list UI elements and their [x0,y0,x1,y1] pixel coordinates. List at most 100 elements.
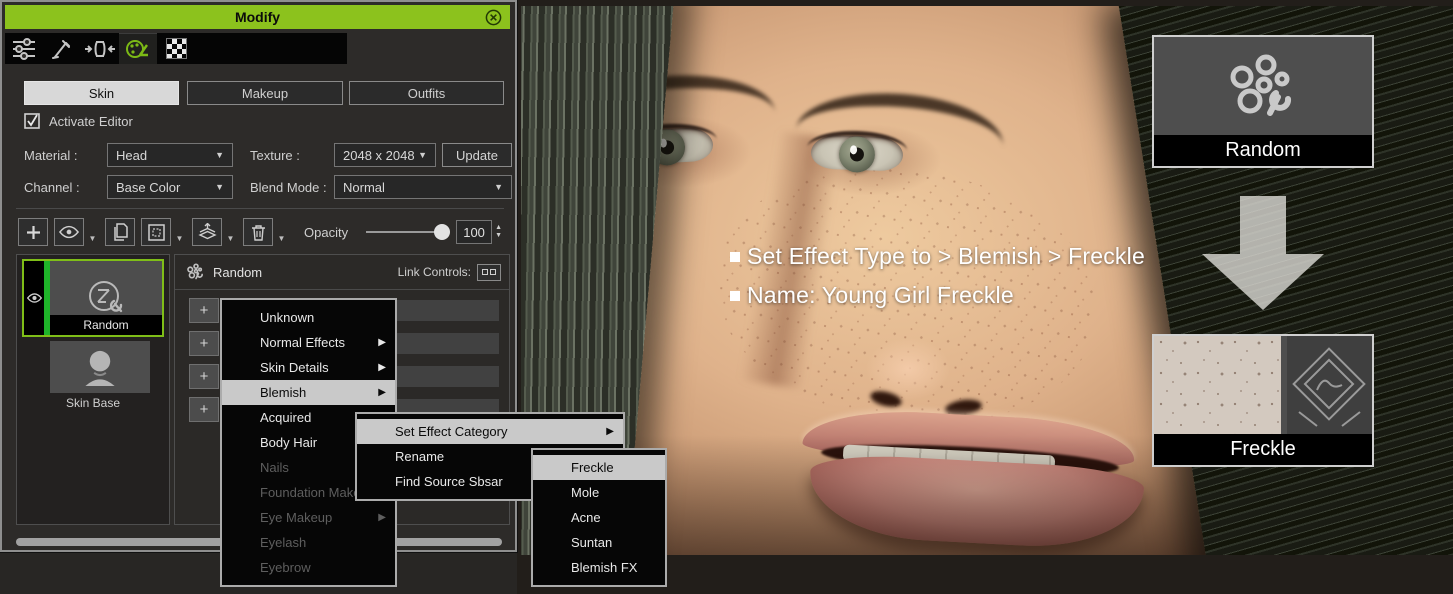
visibility-button[interactable] [54,218,84,246]
layer-random-label: Random [50,315,162,335]
plus-icon [26,225,41,240]
random-bubbles-wrench-icon [1226,53,1304,121]
chevron-down-icon: ▼ [215,182,224,192]
activate-editor-checkbox[interactable] [24,113,40,129]
tab-morph[interactable] [81,33,119,64]
update-button[interactable]: Update [442,143,512,167]
menu-item-skin-details[interactable]: Skin Details▶ [222,355,395,380]
chevron-down-icon: ▼ [215,150,224,160]
bake-layers-button[interactable] [192,218,222,246]
menu-item-suntan[interactable]: Suntan [533,530,665,555]
delete-options-caret[interactable]: ▼ [275,218,288,246]
bullet-square [730,252,740,262]
menu-item-eye-makeup: Eye Makeup▶ [222,505,395,530]
submenu-arrow-icon: ▶ [378,337,386,348]
guide-tile-random: Random [1152,35,1374,168]
select-options-caret[interactable]: ▼ [173,218,186,246]
layer-toolbar: ▼ ▼ ▼ [18,217,512,247]
opacity-slider[interactable] [366,231,442,233]
activate-editor-row: Activate Editor [24,113,133,129]
layer-detail-header: Random Link Controls: [175,255,509,290]
eye-icon [27,293,42,303]
layer-detail-title: Random [213,265,262,280]
visibility-options-caret[interactable]: ▼ [86,218,99,246]
tab-appearance-active[interactable] [119,33,157,64]
eye-right [810,134,903,171]
panel-titlebar[interactable]: Modify [5,5,510,29]
add-effect-button[interactable]: + [189,364,219,389]
annotation-line-1: Set Effect Type to > Blemish > Freckle [730,243,1145,270]
layer-skin-base-label: Skin Base [22,393,164,413]
menu-item-unknown[interactable]: Unknown [222,305,395,330]
trash-icon [251,224,266,241]
menu-item-blemish-fx[interactable]: Blemish FX [533,555,665,580]
duplicate-layer-button[interactable] [105,218,135,246]
checkerboard-icon [166,38,187,59]
menu-item-freckle[interactable]: Freckle [533,455,665,480]
guide-tile-freckle-label: Freckle [1154,434,1372,465]
add-layer-button[interactable] [18,218,48,246]
layer-visibility-cell[interactable] [24,261,44,335]
layer-skin-base-thumbnail [50,341,150,393]
menu-item-normal-effects[interactable]: Normal Effects▶ [222,330,395,355]
opacity-slider-knob[interactable] [434,224,450,240]
panel-title: Modify [235,9,280,25]
category-button-skin[interactable]: Skin [24,81,179,105]
eye-icon [59,225,79,239]
menu-item-set-effect-category[interactable]: Set Effect Category▶ [357,419,623,444]
duplicate-icon [112,223,128,241]
tool-tabstrip [5,33,347,64]
select-mask-button[interactable] [141,218,171,246]
submenu-arrow-icon: ▶ [606,426,614,437]
down-arrow [1198,196,1328,312]
app-window: Set Effect Type to > Blemish > Freckle N… [0,0,1453,594]
opacity-value[interactable]: 100 [456,220,492,244]
randomize-wrench-icon [84,277,128,319]
category-submenu: Freckle Mole Acne Suntan Blemish FX [531,448,667,587]
texture-label: Texture : [250,148,300,163]
category-button-outfits[interactable]: Outfits [349,81,504,105]
menu-item-acne[interactable]: Acne [533,505,665,530]
head-silhouette-icon [82,348,118,386]
blend-mode-dropdown[interactable]: Normal▼ [334,175,512,199]
activate-editor-label: Activate Editor [49,114,133,129]
annotation-line-2: Name: Young Girl Freckle [730,282,1014,309]
link-controls-button[interactable] [477,264,501,281]
material-label: Material : [24,148,77,163]
bullet-square [730,291,740,301]
category-button-makeup[interactable]: Makeup [187,81,343,105]
sliders-icon [11,37,37,61]
tab-edit[interactable] [43,33,81,64]
material-dropdown[interactable]: Head▼ [107,143,233,167]
tab-texture[interactable] [157,33,195,64]
layer-item-random[interactable]: Random [22,259,164,337]
divider [16,208,504,209]
menu-item-blemish[interactable]: Blemish▶ [222,380,395,405]
add-effect-button[interactable]: + [189,397,219,422]
marquee-icon [148,224,165,241]
add-effect-button[interactable]: + [189,298,219,323]
close-icon[interactable] [485,9,502,26]
submenu-arrow-icon: ▶ [378,512,386,523]
add-effect-button[interactable]: + [189,331,219,356]
morph-arrows-icon [84,37,116,61]
opacity-spinner[interactable]: ▲▼ [495,224,502,240]
channel-dropdown[interactable]: Base Color▼ [107,175,233,199]
menu-item-mole[interactable]: Mole [533,480,665,505]
layer-item-skin-base[interactable]: Skin Base [22,341,164,415]
delete-layer-button[interactable] [243,218,273,246]
layer-list: Random Skin Base [16,254,170,525]
pin-brush-icon [50,37,74,61]
tab-adjust[interactable] [5,33,43,64]
blend-mode-label: Blend Mode : [250,180,327,195]
palette-icon [124,37,152,61]
texture-size-dropdown[interactable]: 2048 x 2048▼ [334,143,436,167]
menu-item-eyebrow: Eyebrow [222,555,395,580]
channel-label: Channel : [24,180,80,195]
bake-options-caret[interactable]: ▼ [224,218,237,246]
submenu-arrow-icon: ▶ [378,362,386,373]
layer-random-thumbnail: Random [50,261,162,335]
link-controls-label: Link Controls: [398,265,471,279]
guide-tile-random-label: Random [1154,135,1372,166]
random-bubbles-wrench-icon [187,263,205,281]
